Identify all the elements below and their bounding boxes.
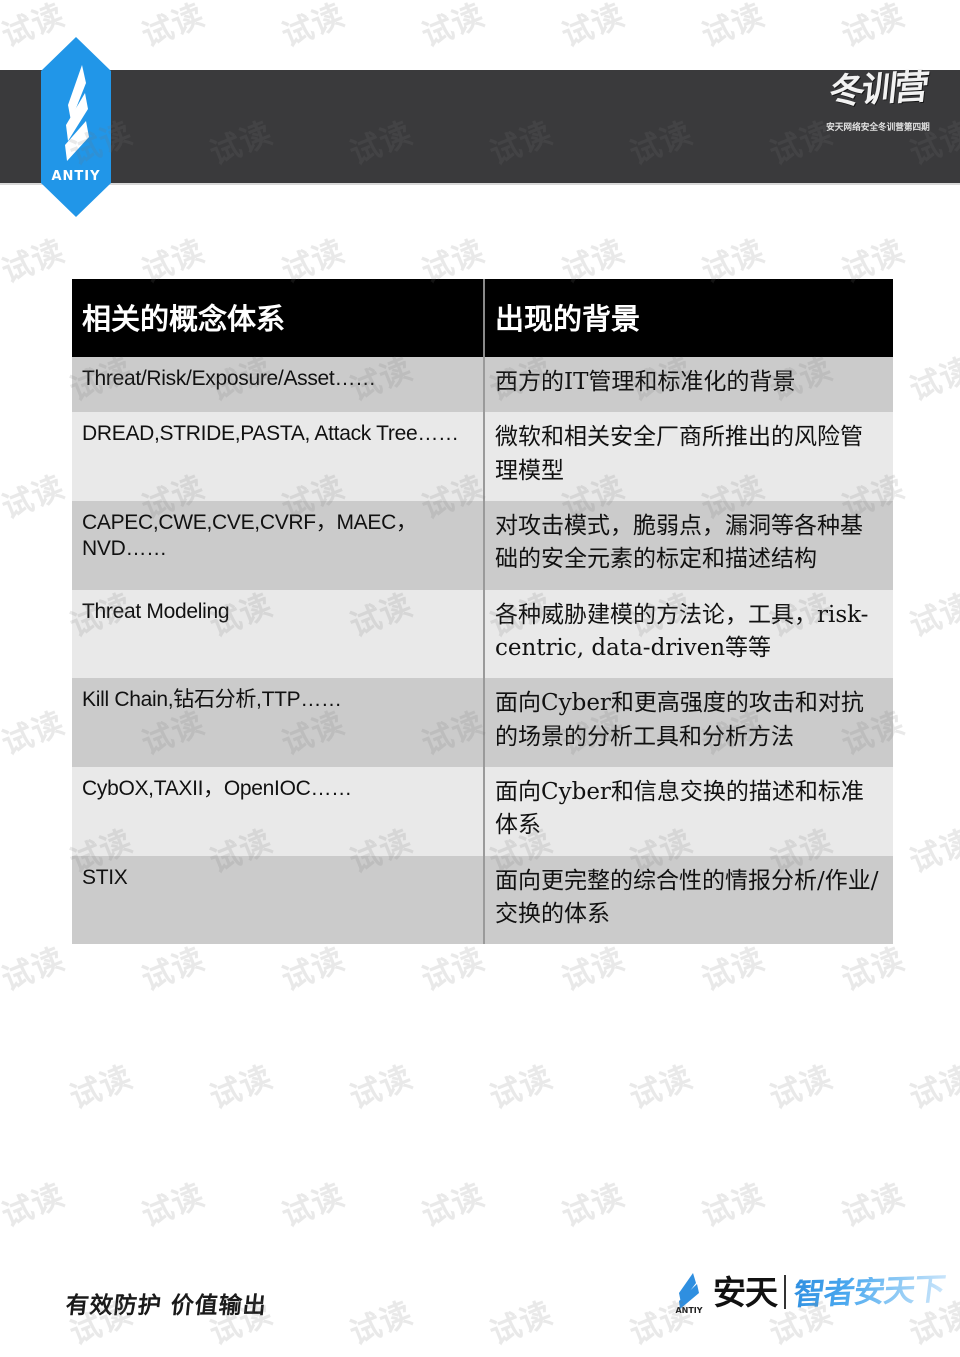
column-header-concept: 相关的概念体系 [72,279,485,357]
watermark-text: 试读 [764,1059,838,1117]
watermark-text: 试读 [904,823,960,881]
watermark-text: 试读 [0,705,70,763]
watermark-text: 试读 [0,233,70,291]
table-row: CybOX,TAXII，OpenIOC…… 面向Cyber和信息交换的描述和标准… [72,767,893,856]
concept-text: CybOX,TAXII，OpenIOC…… [82,777,352,801]
watermark-text: 试读 [836,0,910,55]
table-cell-concept: STIX [72,855,485,945]
column-header-background: 出现的背景 [484,279,893,357]
watermark-text: 试读 [624,1059,698,1117]
table-row: STIX 面向更完整的综合性的情报分析/作业/交换的体系 [72,855,893,945]
watermark-text: 试读 [0,469,70,527]
table-cell-concept: CybOX,TAXII，OpenIOC…… [72,767,485,856]
table-cell-background: 面向Cyber和更高强度的攻击和对抗的场景的分析工具和分析方法 [484,678,893,768]
watermark-text: 试读 [276,1177,350,1235]
header-calligraphy-subtitle: 安天网络安全冬训营第四期 [826,123,930,133]
antiy-logo-wordmark: ANTIY [51,169,100,184]
watermark-text: 试读 [0,1177,70,1235]
background-text: 面向更完整的综合性的情报分析/作业/交换的体系 [495,867,879,928]
watermark-text: 试读 [904,351,960,409]
table-cell-background: 各种威胁建模的方法论，工具，risk-centric, data-driven等… [484,589,893,679]
table-cell-background: 对攻击模式，脆弱点，漏洞等各种基础的安全元素的标定和描述结构 [484,501,893,590]
watermark-text: 试读 [484,1059,558,1117]
table-cell-concept: Threat Modeling [72,589,485,679]
concept-text: Kill Chain,钻石分析,TTP…… [82,688,342,712]
concept-text: Threat Modeling [82,599,230,623]
watermark-text: 试读 [136,0,210,55]
table-row: Kill Chain,钻石分析,TTP…… 面向Cyber和更高强度的攻击和对抗… [72,678,893,768]
watermark-text: 试读 [696,1177,770,1235]
table-cell-concept: CAPEC,CWE,CVE,CVRF，MAEC，NVD…… [72,501,485,590]
watermark-text: 试读 [416,0,490,55]
header-divider-rule [0,183,960,185]
watermark-text: 试读 [696,0,770,55]
concept-text: DREAD,STRIDE,PASTA, Attack Tree…… [82,422,459,446]
footer-brand-name: 安天 [713,1272,778,1312]
watermark-text: 试读 [416,1177,490,1235]
antiy-logo-icon: ANTIY [41,37,111,217]
table-header-row: 相关的概念体系 出现的背景 [72,279,893,357]
table-row: CAPEC,CWE,CVE,CVRF，MAEC，NVD…… 对攻击模式，脆弱点，… [72,501,893,590]
table-cell-background: 面向Cyber和信息交换的描述和标准体系 [484,767,893,856]
footer-tagline: 智者安天下 [791,1270,947,1313]
header-calligraphy-title: 冬训营 [827,66,929,113]
footer-slogan: 有效防护 价值输出 [64,1292,269,1319]
footer-divider [784,1275,786,1309]
background-text: 对攻击模式，脆弱点，漏洞等各种基础的安全元素的标定和描述结构 [495,513,863,573]
header-calligraphy-block: 冬训营 安天网络安全冬训营第四期 [814,66,942,172]
table-cell-background: 西方的IT管理和标准化的背景 [484,357,893,413]
table-row: DREAD,STRIDE,PASTA, Attack Tree…… 微软和相关安… [72,412,893,502]
watermark-text: 试读 [836,1177,910,1235]
watermark-text: 试读 [556,1177,630,1235]
footer-brand-logo: ANTIY 安天 智者安天下 [669,1268,947,1316]
background-text: 面向Cyber和更高强度的攻击和对抗的场景的分析工具和分析方法 [495,690,864,750]
table-cell-background: 微软和相关安全厂商所推出的风险管理模型 [484,412,893,502]
watermark-text: 试读 [136,1177,210,1235]
background-text: 各种威胁建模的方法论，工具，risk-centric, data-driven等… [495,601,869,662]
table-cell-background: 面向更完整的综合性的情报分析/作业/交换的体系 [484,855,893,945]
watermark-text: 试读 [484,1295,558,1353]
watermark-text: 试读 [64,1059,138,1117]
table-cell-concept: Kill Chain,钻石分析,TTP…… [72,678,485,768]
antiy-logo-badge: ANTIY [41,37,111,217]
background-text: 面向Cyber和信息交换的描述和标准体系 [495,779,864,839]
watermark-text: 试读 [204,1059,278,1117]
watermark-text: 试读 [344,1295,418,1353]
background-text: 微软和相关安全厂商所推出的风险管理模型 [495,424,863,484]
concept-text: Threat/Risk/Exposure/Asset…… [82,367,376,390]
watermark-text: 试读 [344,1059,418,1117]
table-cell-concept: Threat/Risk/Exposure/Asset…… [72,357,485,413]
antiy-mark-icon: ANTIY [669,1270,709,1314]
concept-system-table: 相关的概念体系 出现的背景 Threat/Risk/Exposure/Asset… [72,279,893,945]
watermark-text: 试读 [276,0,350,55]
svg-text:ANTIY: ANTIY [675,1306,702,1314]
concept-text: CAPEC,CWE,CVE,CVRF，MAEC，NVD…… [82,511,417,561]
table-cell-concept: DREAD,STRIDE,PASTA, Attack Tree…… [72,412,485,502]
watermark-text: 试读 [0,941,70,999]
background-text: 西方的IT管理和标准化的背景 [495,369,796,395]
watermark-text: 试读 [904,1059,960,1117]
concept-text: STIX [82,865,128,889]
table-row: Threat Modeling 各种威胁建模的方法论，工具，risk-centr… [72,589,893,679]
table-row: Threat/Risk/Exposure/Asset…… 西方的IT管理和标准化… [72,357,893,413]
watermark-text: 试读 [556,0,630,55]
watermark-text: 试读 [904,587,960,645]
